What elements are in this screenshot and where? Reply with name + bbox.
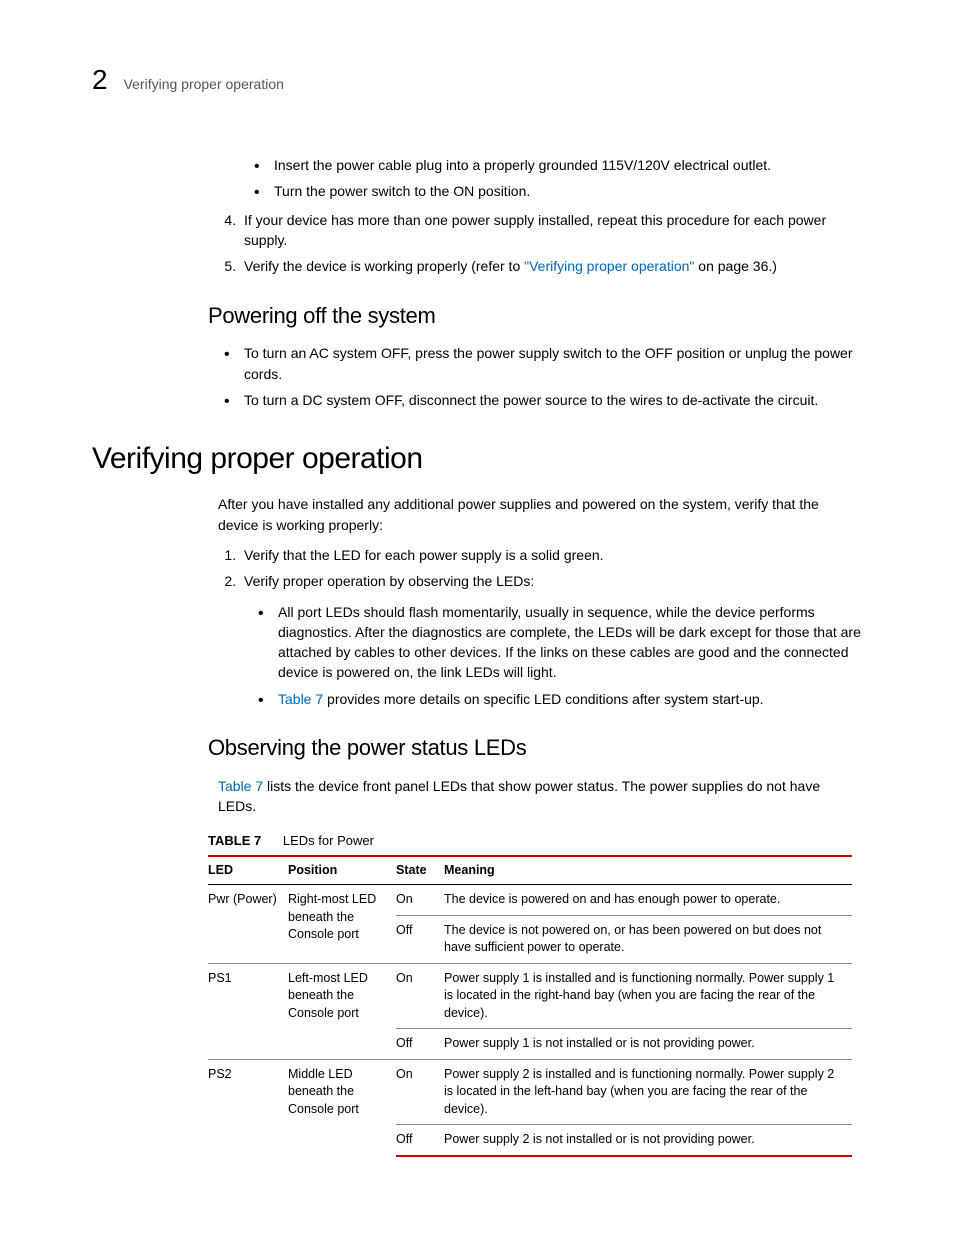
table-label: TABLE 7 (208, 833, 261, 848)
cell-position: Left-most LED beneath the Console port (288, 963, 396, 1059)
running-title: Verifying proper operation (124, 75, 284, 95)
text: lists the device front panel LEDs that s… (218, 778, 820, 814)
cell-state: Off (396, 1125, 444, 1156)
th-meaning: Meaning (444, 856, 852, 885)
th-position: Position (288, 856, 396, 885)
th-state: State (396, 856, 444, 885)
powering-off-list: To turn an AC system OFF, press the powe… (240, 343, 862, 410)
list-item: Table 7 provides more details on specifi… (274, 689, 862, 709)
list-item: Insert the power cable plug into a prope… (270, 155, 862, 175)
xref-link[interactable]: "Verifying proper operation" (524, 258, 694, 274)
cell-state: Off (396, 1029, 444, 1060)
list-item: All port LEDs should flash momentarily, … (274, 602, 862, 683)
text: provides more details on specific LED co… (323, 691, 763, 707)
heading-powering-off: Powering off the system (208, 301, 862, 332)
cell-meaning: Power supply 2 is installed and is funct… (444, 1059, 852, 1125)
cell-state: Off (396, 915, 444, 963)
text: Verify the device is working properly (r… (244, 258, 524, 274)
verifying-sublist: All port LEDs should flash momentarily, … (274, 602, 862, 709)
table-row: Pwr (Power) Right-most LED beneath the C… (208, 885, 852, 916)
xref-link[interactable]: Table 7 (218, 778, 263, 794)
table-title: LEDs for Power (283, 833, 374, 848)
list-item: Turn the power switch to the ON position… (270, 181, 862, 201)
list-item: Verify that the LED for each power suppl… (240, 545, 862, 565)
cell-led: PS2 (208, 1059, 288, 1156)
cell-position: Right-most LED beneath the Console port (288, 885, 396, 964)
led-table: LED Position State Meaning Pwr (Power) R… (208, 855, 852, 1157)
observing-intro: Table 7 lists the device front panel LED… (218, 776, 862, 817)
text: on page 36.) (694, 258, 777, 274)
list-item: To turn an AC system OFF, press the powe… (240, 343, 862, 384)
top-numbered-list: If your device has more than one power s… (240, 210, 862, 277)
cell-state: On (396, 963, 444, 1029)
table-row: PS1 Left-most LED beneath the Console po… (208, 963, 852, 1029)
list-item: If your device has more than one power s… (240, 210, 862, 251)
list-item: Verify the device is working properly (r… (240, 256, 862, 276)
table-caption: TABLE 7 LEDs for Power (208, 832, 862, 850)
table-header-row: LED Position State Meaning (208, 856, 852, 885)
top-bullet-list: Insert the power cable plug into a prope… (270, 155, 862, 202)
list-item: Verify proper operation by observing the… (240, 571, 862, 709)
cell-led: PS1 (208, 963, 288, 1059)
list-item: To turn a DC system OFF, disconnect the … (240, 390, 862, 410)
verifying-intro: After you have installed any additional … (218, 494, 862, 535)
cell-meaning: Power supply 1 is installed and is funct… (444, 963, 852, 1029)
running-header: 2 Verifying proper operation (92, 60, 862, 99)
cell-position: Middle LED beneath the Console port (288, 1059, 396, 1156)
cell-meaning: The device is powered on and has enough … (444, 885, 852, 916)
table-row: PS2 Middle LED beneath the Console port … (208, 1059, 852, 1125)
th-led: LED (208, 856, 288, 885)
cell-state: On (396, 885, 444, 916)
chapter-number: 2 (92, 60, 108, 99)
text: Verify proper operation by observing the… (244, 573, 534, 589)
heading-observing: Observing the power status LEDs (208, 733, 862, 764)
verifying-list: Verify that the LED for each power suppl… (240, 545, 862, 709)
page-content: Insert the power cable plug into a prope… (218, 155, 862, 1156)
cell-meaning: Power supply 1 is not installed or is no… (444, 1029, 852, 1060)
cell-meaning: The device is not powered on, or has bee… (444, 915, 852, 963)
xref-link[interactable]: Table 7 (278, 691, 323, 707)
cell-meaning: Power supply 2 is not installed or is no… (444, 1125, 852, 1156)
cell-state: On (396, 1059, 444, 1125)
cell-led: Pwr (Power) (208, 885, 288, 964)
heading-verifying: Verifying proper operation (92, 438, 862, 480)
